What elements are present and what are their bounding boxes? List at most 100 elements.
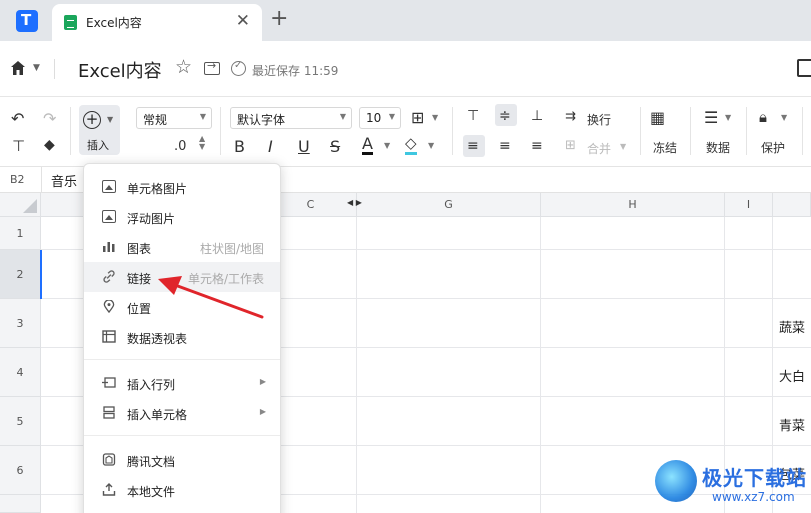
document-title[interactable]: Excel内容 xyxy=(78,57,162,83)
decimal-stepper-icon[interactable]: ▲ ▼ xyxy=(199,135,205,151)
upload-icon xyxy=(102,483,116,496)
select-all-corner[interactable] xyxy=(0,193,41,217)
chevron-down-icon: ▼ xyxy=(339,112,346,121)
hidden-columns-icon[interactable]: ◀ ▶ xyxy=(347,198,362,207)
data-icon[interactable]: ☰ xyxy=(704,108,718,127)
column-header-g[interactable]: G xyxy=(357,193,541,217)
new-tab-icon[interactable]: + xyxy=(270,6,288,31)
chevron-down-icon[interactable]: ▼ xyxy=(432,113,438,122)
chevron-down-icon[interactable]: ▼ xyxy=(428,141,434,150)
chevron-down-icon[interactable]: ▼ xyxy=(384,141,390,150)
bold-button[interactable]: B xyxy=(234,137,245,156)
menu-divider xyxy=(84,435,280,436)
wrap-icon[interactable]: ⇉ xyxy=(565,109,576,124)
italic-button[interactable]: I xyxy=(268,137,273,156)
plus-circle-icon: + xyxy=(83,111,101,129)
spreadsheet-icon xyxy=(64,15,77,30)
link-icon xyxy=(103,270,115,283)
cell-reference[interactable]: B2 xyxy=(10,173,25,186)
protect-label[interactable]: 保护 xyxy=(761,139,785,156)
align-center-icon[interactable]: ≡ xyxy=(499,138,511,154)
menu-item-cell-image[interactable]: 单元格图片 xyxy=(84,172,280,202)
strikethrough-button[interactable]: S xyxy=(330,137,340,156)
redo-icon[interactable]: ↷ xyxy=(43,109,56,128)
selection-indicator xyxy=(40,250,42,299)
chevron-down-icon[interactable]: ▼ xyxy=(620,142,626,151)
undo-icon[interactable]: ↶ xyxy=(11,109,24,128)
saved-check-icon xyxy=(231,60,246,76)
wrap-label[interactable]: 换行 xyxy=(587,111,611,128)
fill-color-icon[interactable]: ◇ xyxy=(405,135,417,155)
location-pin-icon xyxy=(103,300,115,313)
row-header-1[interactable]: 1 xyxy=(0,217,41,250)
move-to-folder-icon[interactable] xyxy=(204,59,220,75)
row-header[interactable] xyxy=(0,495,41,513)
gridline xyxy=(356,217,357,513)
row-header-5[interactable]: 5 xyxy=(0,397,41,446)
column-header[interactable] xyxy=(773,193,811,217)
menu-item-label: 单元格图片 xyxy=(127,182,188,196)
menu-item-insert-rows-cols[interactable]: 插入行列 ▶ xyxy=(84,368,280,398)
chevron-right-icon: ▶ xyxy=(259,377,266,386)
align-top-icon[interactable]: ⊤ xyxy=(467,108,479,124)
app-logo[interactable]: T xyxy=(16,10,38,32)
row-header-4[interactable]: 4 xyxy=(0,348,41,397)
freeze-label[interactable]: 冻结 xyxy=(653,139,677,156)
tab-document[interactable]: Excel内容 ✕ xyxy=(52,4,262,41)
merge-label[interactable]: 合并 xyxy=(587,140,611,157)
data-label[interactable]: 数据 xyxy=(706,139,730,156)
row-header-2[interactable]: 2 xyxy=(0,250,41,299)
lock-icon[interactable]: 🔒︎ xyxy=(759,108,767,126)
save-status: 最近保存 11:59 xyxy=(252,64,339,78)
align-right-icon[interactable]: ≡ xyxy=(531,138,543,154)
chevron-down-icon[interactable]: ▼ xyxy=(781,113,787,122)
chevron-down-icon[interactable]: ▼ xyxy=(725,113,731,122)
font-size-value: 10 xyxy=(366,111,382,125)
align-middle-icon[interactable]: ≑ xyxy=(499,108,511,124)
chevron-down-icon: ▼ xyxy=(107,115,114,124)
menu-item-tencent-docs[interactable]: 腾讯文档 xyxy=(84,445,280,475)
divider xyxy=(802,107,803,155)
close-tab-icon[interactable]: ✕ xyxy=(236,11,250,31)
menu-item-pivot-table[interactable]: 数据透视表 xyxy=(84,322,280,352)
menu-item-hint: 柱状图/地图 xyxy=(199,242,264,256)
menu-item-label: 插入行列 xyxy=(127,378,176,392)
font-color-button[interactable]: A xyxy=(362,135,373,155)
menu-item-location[interactable]: 位置 xyxy=(84,292,280,322)
cell[interactable]: 青菜 xyxy=(779,415,805,434)
star-icon[interactable]: ☆ xyxy=(175,56,192,78)
home-dropdown-icon[interactable]: ▼ xyxy=(33,63,40,73)
cell[interactable]: 蔬菜 xyxy=(779,317,805,336)
align-bottom-icon[interactable]: ⊥ xyxy=(531,108,543,124)
decimal-button[interactable]: .0 xyxy=(174,139,186,154)
insert-button[interactable]: + ▼ 插入 xyxy=(79,105,120,155)
menu-item-link[interactable]: 链接 单元格/工作表 xyxy=(84,262,280,292)
menu-item-floating-image[interactable]: 浮动图片 xyxy=(84,202,280,232)
tencent-docs-icon xyxy=(102,453,116,466)
align-left-icon[interactable]: ≡ xyxy=(467,138,479,154)
font-size-select[interactable]: 10 ▼ xyxy=(359,107,401,129)
divider xyxy=(640,107,641,155)
freeze-icon[interactable]: ▦ xyxy=(650,108,665,127)
toolbar: ↶ ↷ ⊤ ◆ + ▼ 插入 常规 ▼ .0 ▲ ▼ 默认字体 ▼ 10 ▼ B I U… xyxy=(0,97,811,167)
column-label: H xyxy=(628,198,637,211)
menu-item-chart[interactable]: 图表 柱状图/地图 xyxy=(84,232,280,262)
menu-item-local-file[interactable]: 本地文件 xyxy=(84,475,280,505)
cell[interactable]: 大白 xyxy=(779,366,805,385)
eraser-icon[interactable]: ◆ xyxy=(44,137,55,153)
row-header-6[interactable]: 6 xyxy=(0,446,41,495)
checkbox-icon[interactable] xyxy=(797,59,811,77)
row-label: 2 xyxy=(16,268,24,281)
font-family-select[interactable]: 默认字体 ▼ xyxy=(230,107,352,129)
border-icon[interactable]: ⊞ xyxy=(411,108,424,127)
column-header-h[interactable]: H xyxy=(541,193,725,217)
menu-item-insert-cells[interactable]: 插入单元格 ▶ xyxy=(84,398,280,428)
underline-button[interactable]: U xyxy=(298,137,310,156)
home-icon[interactable] xyxy=(10,60,26,76)
formula-input[interactable]: 音乐 xyxy=(51,171,77,190)
format-painter-icon[interactable]: ⊤ xyxy=(12,137,25,155)
row-header-3[interactable]: 3 xyxy=(0,299,41,348)
merge-icon[interactable]: ⊞ xyxy=(565,138,576,153)
number-format-select[interactable]: 常规 ▼ xyxy=(136,107,212,129)
column-header-i[interactable]: I xyxy=(725,193,773,217)
